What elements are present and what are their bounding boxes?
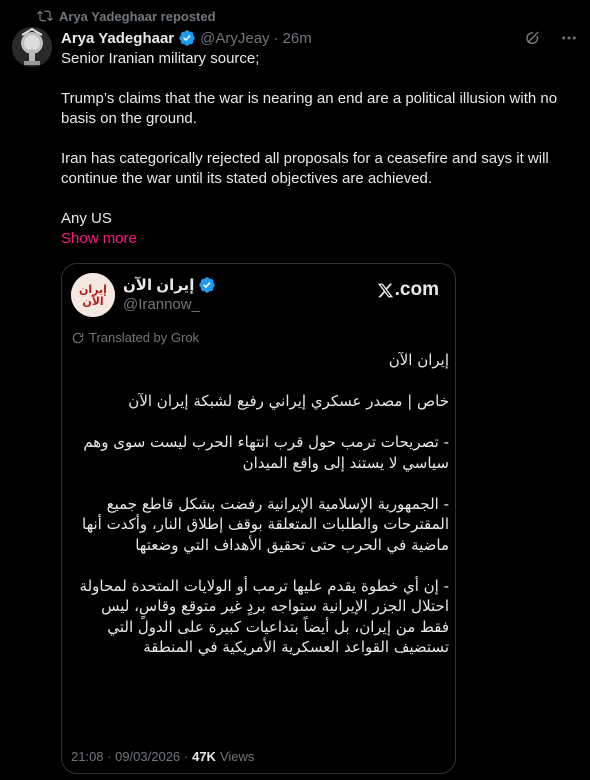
post-header: Arya Yadeghaar @AryJeay · 26m xyxy=(61,29,312,47)
more-dots-icon[interactable] xyxy=(560,29,578,47)
x-logo-icon xyxy=(377,283,393,297)
quote-paragraph: - تصريحات ترمب حول قرب انتهاء الحرب ليست… xyxy=(83,433,449,472)
post-paragraph: Iran has categorically rejected all prop… xyxy=(61,150,549,187)
quote-paragraph: - الجمهورية الإسلامية الإيرانية رفضت بشك… xyxy=(82,494,449,554)
translated-by-label: Translated by Grok xyxy=(89,330,200,345)
author-handle[interactable]: @AryJeay xyxy=(200,30,269,47)
translate-icon xyxy=(72,332,84,343)
quoted-post[interactable]: إيران الآن إيران الآن @Irannow_ .com Tra… xyxy=(61,263,456,774)
repost-indicator[interactable]: Arya Yadeghaar reposted xyxy=(37,8,216,24)
post-paragraph: Senior Iranian military source; xyxy=(61,50,260,67)
grok-icon[interactable] xyxy=(524,29,542,47)
views-count: 47K xyxy=(192,749,216,764)
source-domain: .com xyxy=(394,279,439,300)
svg-text:الآن: الآن xyxy=(82,295,103,308)
avatar[interactable] xyxy=(12,27,52,67)
post-body: Senior Iranian military source; Trump’s … xyxy=(61,49,576,249)
quote-author-handle[interactable]: @Irannow_ xyxy=(123,296,216,313)
quote-avatar-logo: إيران الآن xyxy=(71,273,115,317)
repost-label: Arya Yadeghaar reposted xyxy=(59,8,216,24)
repost-icon xyxy=(37,10,53,22)
show-more-link[interactable]: Show more xyxy=(61,229,576,249)
quote-paragraph: خاص | مصدر عسكري إيراني رفيع لشبكة إيران… xyxy=(128,392,449,410)
quote-paragraph: إيران الآن xyxy=(388,351,449,369)
quote-timestamp[interactable]: 21:08 · 09/03/2026 · xyxy=(71,749,188,764)
quote-author-name[interactable]: إيران الآن xyxy=(123,276,194,294)
post-paragraph: Trump’s claims that the war is nearing a… xyxy=(61,90,558,127)
verified-badge-icon xyxy=(179,30,195,46)
quote-user: إيران الآن @Irannow_ xyxy=(123,276,216,313)
verified-badge-icon xyxy=(199,277,216,293)
quote-text: إيران الآن خاص | مصدر عسكري إيراني رفيع … xyxy=(71,350,449,658)
avatar-image xyxy=(12,27,52,67)
post-paragraph: Any US xyxy=(61,210,112,227)
views-label: Views xyxy=(219,749,255,764)
quote-meta: 21:08 · 09/03/2026 · 47K Views xyxy=(71,749,254,764)
quote-paragraph: - إن أي خطوة يقدم عليها ترمب أو الولايات… xyxy=(79,576,449,657)
quote-avatar[interactable]: إيران الآن xyxy=(71,273,115,317)
post-time[interactable]: 26m xyxy=(283,30,312,47)
author-name[interactable]: Arya Yadeghaar xyxy=(61,30,174,47)
source-label: .com xyxy=(377,279,439,301)
post[interactable]: Arya Yadeghaar reposted Arya Yadeghaar @… xyxy=(0,0,590,780)
translated-by-grok: Translated by Grok xyxy=(71,330,199,345)
separator-dot: · xyxy=(273,29,279,47)
header-actions xyxy=(524,29,578,47)
